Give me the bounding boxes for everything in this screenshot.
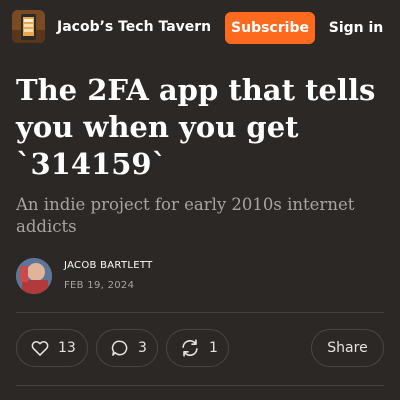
like-count: 13 [58, 340, 76, 356]
top-navigation-bar: Jacob’s Tech Tavern Subscribe Sign in [0, 0, 400, 56]
restack-count: 1 [209, 340, 218, 356]
comment-button[interactable]: 3 [96, 329, 158, 367]
subscribe-button[interactable]: Subscribe [225, 12, 315, 44]
comment-count: 3 [138, 340, 147, 356]
author-avatar[interactable] [16, 258, 52, 294]
publication-name[interactable]: Jacob’s Tech Tavern [57, 19, 211, 35]
post-title: The 2FA app that tells you when you get … [16, 73, 376, 181]
post-subtitle: An indie project for early 2010s interne… [16, 195, 355, 236]
share-label: Share [327, 340, 368, 356]
comment-bubble-icon [111, 340, 128, 356]
restack-button[interactable]: 1 [166, 329, 229, 367]
logo-phone-illustration [12, 10, 45, 43]
sign-in-button[interactable]: Sign in [326, 12, 386, 44]
heart-icon [31, 341, 49, 356]
post-date: FEB 19, 2024 [64, 280, 135, 291]
divider-bottom [16, 385, 384, 386]
avatar-photo [16, 258, 52, 294]
author-name[interactable]: JACOB BARTLETT [64, 260, 153, 271]
publication-logo[interactable] [12, 10, 45, 43]
like-button[interactable]: 13 [16, 329, 88, 367]
share-button[interactable]: Share [311, 329, 384, 367]
restack-arrows-icon [182, 339, 198, 357]
divider-top [16, 312, 384, 313]
